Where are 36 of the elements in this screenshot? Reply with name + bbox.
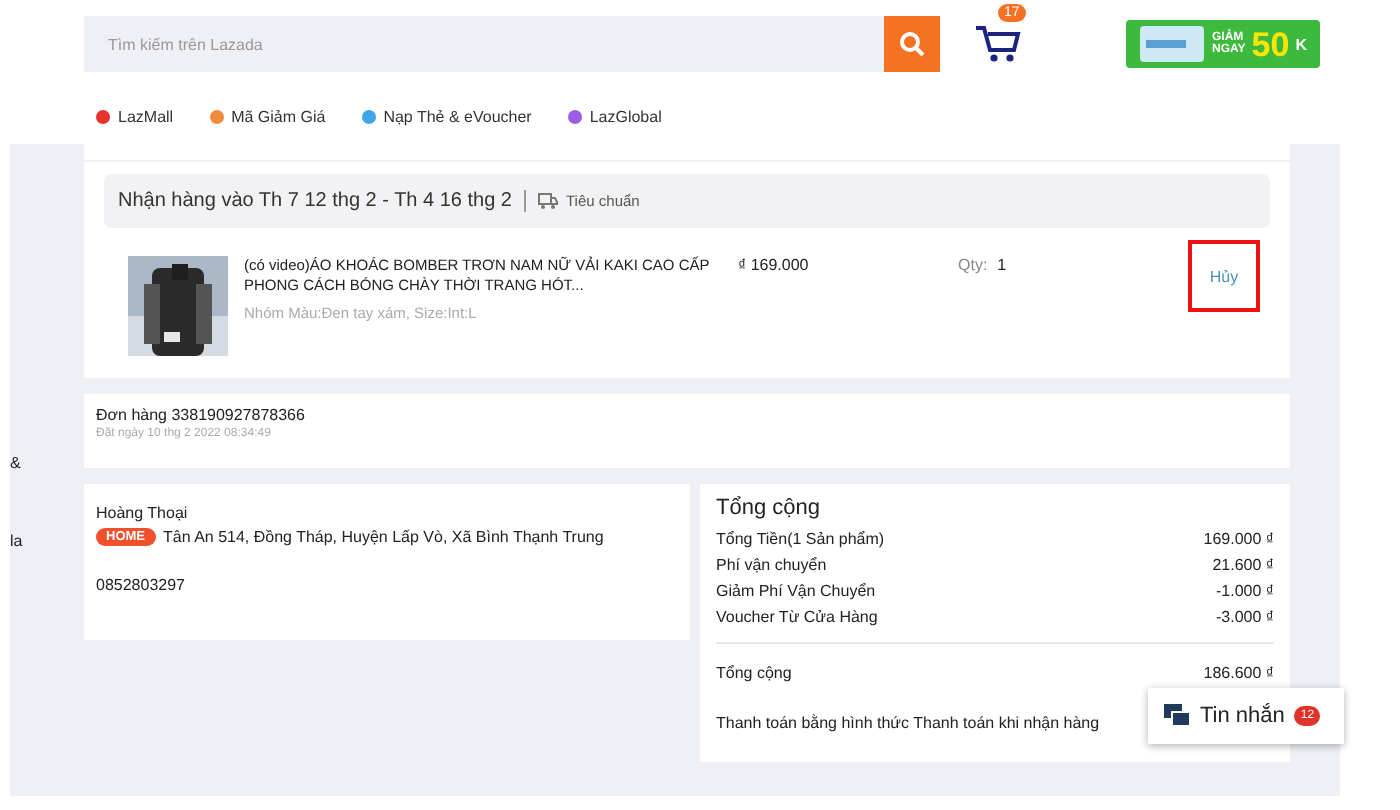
truck-icon [538, 192, 558, 210]
summary-label: Tổng Tiền(1 Sản phẩm) [716, 528, 885, 552]
summary-label: Phí vận chuyển [716, 554, 827, 578]
banner-unit: K [1295, 35, 1307, 53]
search-field[interactable]: Tìm kiếm trên Lazada [84, 16, 884, 72]
order-number: Đơn hàng 338190927878366 [96, 406, 307, 424]
payment-method: Thanh toán bằng hình thức Thanh toán khi nhận hàng [716, 714, 1100, 732]
total-label: Tổng cộng [716, 662, 792, 686]
phone-number: 0852803297 [96, 576, 187, 594]
summary-value: -1.000 ₫ [1215, 580, 1274, 604]
total-value: 186.600 ₫ [1203, 662, 1274, 686]
summary-label: Giảm Phí Vận Chuyển [716, 580, 876, 604]
summary-title: Tổng cộng [716, 496, 822, 520]
search-button[interactable] [884, 16, 940, 72]
banner-amount: 50 [1251, 27, 1290, 61]
nav-link[interactable]: LazMall [96, 107, 174, 125]
sidebar-text: & [10, 454, 23, 472]
quantity-value: 1 [997, 256, 1007, 274]
card-icon [1138, 24, 1206, 64]
cart-icon [974, 22, 1022, 66]
quantity-label: Qty: [958, 256, 988, 274]
nav-link[interactable]: Nạp Thẻ & eVoucher [361, 107, 532, 125]
search-icon [898, 30, 926, 58]
summary-value: -3.000 ₫ [1215, 606, 1274, 630]
sidebar-text: la [10, 532, 25, 550]
chat-icon [1164, 704, 1190, 728]
recipient-name: Hoàng Thoại [96, 504, 190, 522]
product-price: ₫ 169.000 [738, 256, 811, 274]
address-text: Tân An 514, Đồng Tháp, Huyện Lấp Vò, Xã Bình Thạnh Trung [163, 528, 604, 546]
summary-label: Voucher Từ Cửa Hàng [716, 606, 878, 630]
cancel-link[interactable]: Hủy [1209, 267, 1239, 285]
nav-link[interactable]: LazGlobal [567, 107, 662, 125]
delivery-title: Nhận hàng vào Th 7 12 thg 2 - Th 4 16 thg 2 [118, 190, 512, 212]
summary-value: 21.600 ₫ [1212, 554, 1274, 578]
summary-value: 169.000 ₫ [1203, 528, 1274, 552]
nav-link[interactable]: Mã Giảm Giá [209, 107, 326, 125]
